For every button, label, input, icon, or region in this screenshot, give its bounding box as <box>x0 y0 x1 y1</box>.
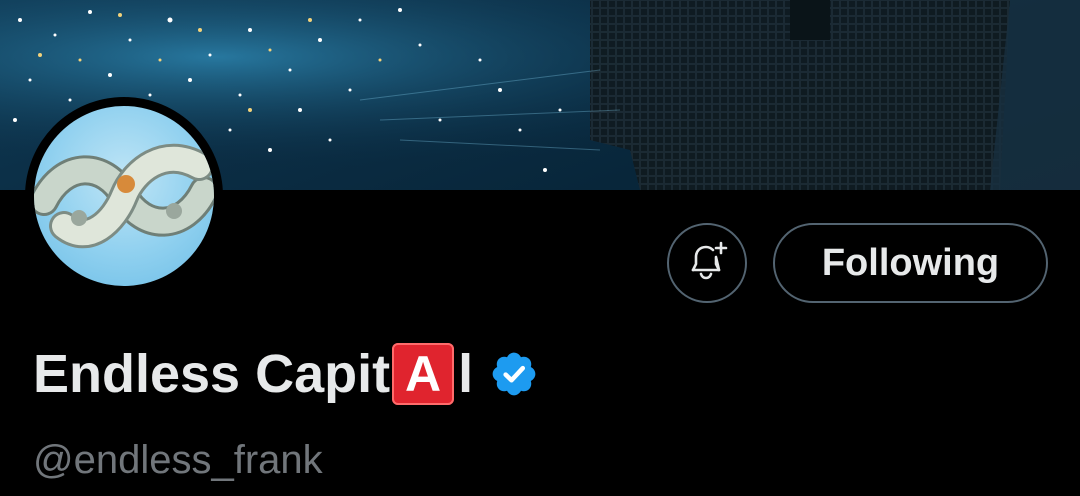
avatar-image <box>34 106 214 286</box>
display-name-part1: Endless Capit <box>33 344 391 404</box>
avatar[interactable] <box>25 97 223 295</box>
following-label: Following <box>821 241 1000 284</box>
verified-badge-icon[interactable] <box>489 349 539 399</box>
display-name: Endless Capit A l <box>33 343 473 405</box>
following-button[interactable]: Following <box>773 223 1048 303</box>
notifications-button[interactable] <box>667 223 747 303</box>
user-handle: @endless_frank <box>33 438 323 482</box>
bell-plus-icon <box>685 239 729 288</box>
letter-a-emoji: A <box>392 343 455 405</box>
display-name-row: Endless Capit A l <box>33 340 539 408</box>
display-name-part2: l <box>458 344 474 404</box>
